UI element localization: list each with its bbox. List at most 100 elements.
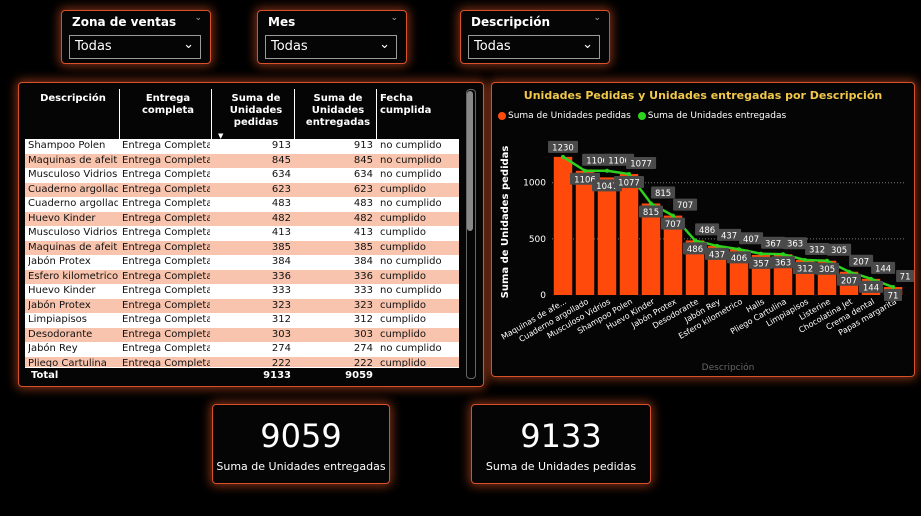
table-row[interactable]: Limpiapisos Entrega Completa 312 312 cumplid… [25,313,459,328]
table-cell: no cumplido [380,343,442,354]
line-data-label: 815 [655,189,671,199]
table-row[interactable]: Shampoo Polen Entrega Completa 913 913 no cu… [25,139,459,154]
table-cell: Entrega Completa [122,183,210,195]
table-cell: Musculoso Vidrios [28,169,118,180]
kpi-card-entregadas: 9059 Suma de Unidades entregadas [212,404,390,484]
total-entregadas: 9059 [345,370,373,381]
table-cell: 336 [271,270,291,282]
chevron-down-icon[interactable]: ⌄ [582,37,593,52]
column-header[interactable]: Descripción [25,93,121,105]
table-cell: Entrega Completa [122,140,210,151]
slicer-descripcion[interactable]: Descripción ⌄ Todas ⌄ [460,10,610,64]
table-cell: Entrega Completa [122,154,210,166]
table-row[interactable]: Jabón Protex Entrega Completa 384 384 no cum… [25,255,459,270]
table-cell: cumplido [380,299,426,311]
line-data-label: 144 [875,264,891,274]
table-cell: 483 [271,198,291,209]
table-row[interactable]: Maquinas de afeitar Entrega Completa 845 84… [25,153,459,168]
table-row[interactable]: Cuaderno argollado Entrega Completa 483 483… [25,197,459,212]
table-row[interactable]: Jabón Protex Entrega Completa 323 323 cumpli… [25,298,459,313]
table-cell: Entrega Completa [122,285,210,296]
table-row[interactable]: Pliego Cartulina Entrega Completa 222 222 cu… [25,356,459,368]
line-point [847,269,851,274]
table-row[interactable]: Musculoso Vidrios Entrega Completa 413 413 c… [25,226,459,241]
bar [597,177,617,295]
table-row[interactable]: Musculoso Vidrios Entrega Completa 634 634 n… [25,168,459,183]
table-cell: 274 [271,343,291,354]
table-visual: Descripción Entrega completa Suma de Uni… [18,82,484,387]
bar [619,174,639,295]
table-cell: no cumplido [380,285,442,296]
chevron-down-icon[interactable]: ⌄ [593,13,601,23]
total-label: Total [31,370,59,381]
bar-data-label: 357 [753,259,769,269]
x-axis-title: Descripción [702,362,755,373]
line-point [803,257,807,262]
column-header[interactable]: Suma de Unidades pedidas [217,93,295,129]
table-row[interactable]: Jabón Rey Entrega Completa 274 274 no cumpli… [25,342,459,357]
column-header[interactable]: Suma de Unidades entregadas [299,93,377,129]
column-header[interactable]: Fecha cumplida [380,93,458,117]
table-row[interactable]: Cuaderno argollado Entrega Completa 623 623… [25,182,459,197]
table-row[interactable]: Huevo Kinder Entrega Completa 333 333 no cum… [25,284,459,299]
slicer-dropdown[interactable]: Todas ⌄ [468,35,600,59]
table-cell: cumplido [380,270,426,282]
y-axis-title: Suma de Unidades pedidas [500,146,511,299]
slicer-label: Descripción [471,15,550,29]
table-cell: 222 [271,357,291,368]
line-point [869,276,873,281]
line-data-label: 305 [831,246,847,256]
table-cell: 333 [271,285,291,296]
scrollbar-thumb[interactable] [467,91,473,231]
table-cell: 312 [271,314,291,325]
table-row[interactable]: Esfero kilometrico Entrega Completa 336 336… [25,269,459,284]
table-row[interactable]: Desodorante Entrega Completa 303 303 cumplid… [25,327,459,342]
table-cell: 845 [271,154,291,166]
y-tick-label: 1000 [523,179,546,189]
table-cell: no cumplido [380,154,442,166]
bar-data-label: 207 [841,276,857,286]
slicer-dropdown[interactable]: Todas ⌄ [69,35,201,59]
table-cell: 303 [271,328,291,340]
chevron-down-icon[interactable]: ⌄ [390,13,398,23]
table-cell: Entrega Completa [122,328,210,340]
table-cell: Entrega Completa [122,270,210,282]
table-header: Descripción Entrega completa Suma de Uni… [25,89,459,142]
table-cell: Entrega Completa [122,169,210,180]
chart-visual: Unidades Pedidas y Unidades entregadas p… [491,82,915,377]
table-cell: 913 [353,140,373,151]
table-cell: 274 [353,343,373,354]
line-point [605,168,609,173]
table-cell: 623 [353,183,373,195]
line-point [891,285,895,290]
table-cell: 333 [353,285,373,296]
line-point [759,251,763,256]
line-data-label: 1077 [630,160,652,170]
line-data-label: 486 [699,226,715,236]
table-cell: Cuaderno argollado [28,198,118,209]
bar-data-label: 305 [819,265,835,275]
table-row[interactable]: Maquinas de afeitar Entrega Completa 385 38… [25,240,459,255]
table-cell: Pliego Cartulina [28,357,107,368]
column-header[interactable]: Entrega completa [122,93,214,117]
line-point [693,238,697,243]
slicer-mes[interactable]: Mes ⌄ Todas ⌄ [257,10,407,64]
table-cell: no cumplido [380,140,442,151]
chevron-down-icon[interactable]: ⌄ [183,37,194,52]
chevron-down-icon[interactable]: ⌄ [379,37,390,52]
table-cell: Cuaderno argollado [28,183,118,195]
table-cell: 384 [353,256,373,267]
line-point [649,201,653,206]
slicer-zona-ventas[interactable]: Zona de ventas ⌄ Todas ⌄ [61,10,211,64]
bar-data-label: 363 [775,259,791,269]
chart-plot: 0 500 1000 Suma de Unidades pedidas Descripc… [500,140,914,373]
table-cell: 483 [353,198,373,209]
table-row[interactable]: Huevo Kinder Entrega Completa 482 482 cumpli… [25,211,459,226]
table-cell: cumplido [380,241,426,253]
chevron-down-icon[interactable]: ⌄ [194,13,202,23]
table-cell: Jabón Protex [28,299,91,311]
slicer-dropdown[interactable]: Todas ⌄ [265,35,397,59]
total-pedidas: 9133 [263,370,291,381]
kpi-label: Suma de Unidades pedidas [485,460,637,473]
table-cell: Entrega Completa [122,357,210,368]
